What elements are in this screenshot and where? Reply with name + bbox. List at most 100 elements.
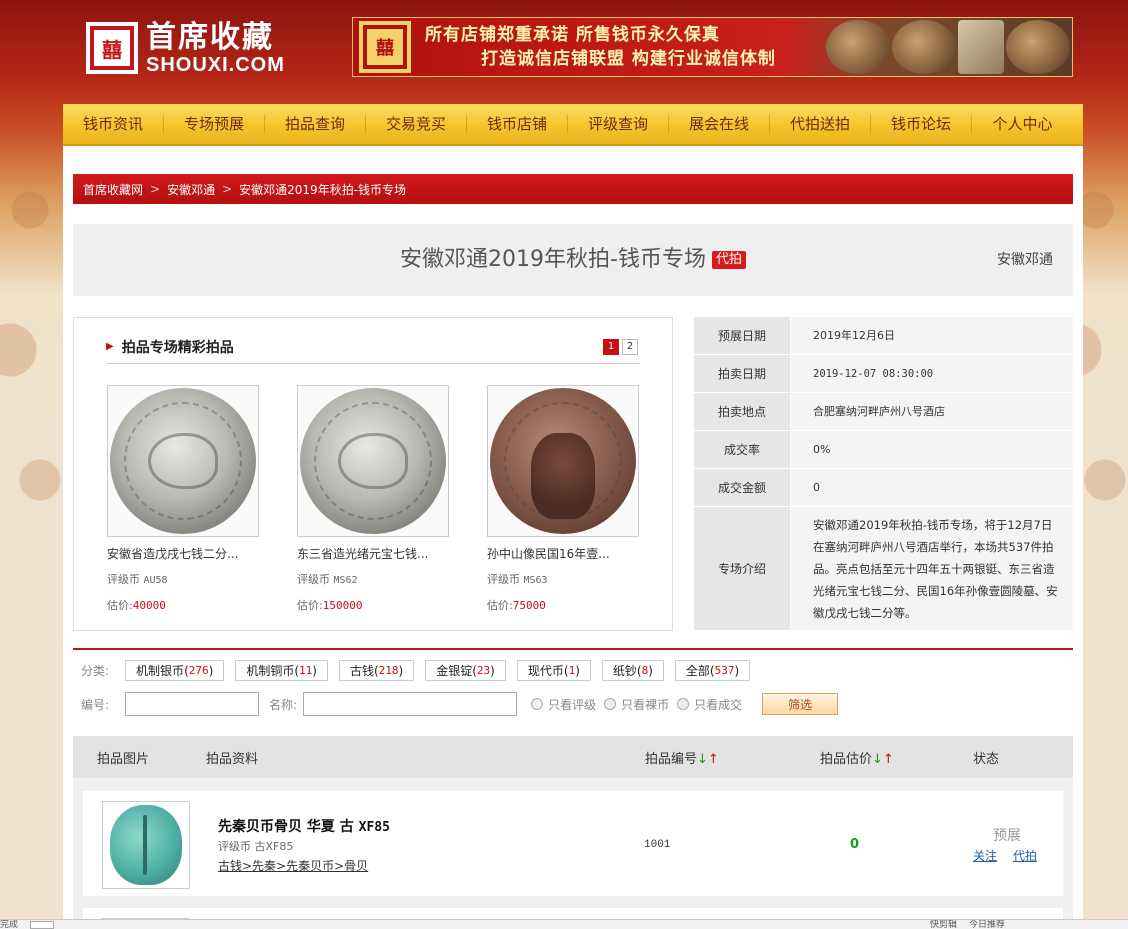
breadcrumb-link-home[interactable]: 首席收藏网 <box>83 181 143 198</box>
follow-link[interactable]: 关注 <box>973 847 997 864</box>
featured-item[interactable]: 安徽省造戊戌七钱二分... 评级币 AU58 估价:40000 <box>107 385 259 613</box>
lot-grade: 评级币 MS63 <box>487 571 639 587</box>
category-count: 537 <box>714 664 735 677</box>
featured-lots-panel: ▶ 拍品专场精彩拍品 1 2 安徽省造戊戌七钱二分... 评级币 AU58 估价… <box>73 317 673 631</box>
sort-up-icon[interactable]: ↑ <box>708 752 719 767</box>
lot-estimate: 估价:150000 <box>297 597 449 613</box>
radio-icon <box>677 698 690 710</box>
option-label: 只看成交 <box>694 697 743 712</box>
sort-down-icon[interactable]: ↓ <box>872 752 883 767</box>
category-count: 218 <box>378 664 399 677</box>
breadcrumb: 首席收藏网 > 安徽邓通 > 安徽邓通2019年秋拍-钱币专场 <box>73 174 1073 204</box>
lot-category-path[interactable]: 古钱>先秦>先秦贝币>骨贝 <box>218 857 368 874</box>
logo-text: 首席收藏 SHOUXI.COM <box>146 20 285 76</box>
logo-cn: 首席收藏 <box>146 20 274 55</box>
nav-item[interactable]: 钱币资讯 <box>63 115 164 133</box>
coin-rim <box>124 402 242 520</box>
grade-value: AU58 <box>143 575 168 586</box>
category-button[interactable]: 纸钞(8) <box>601 660 664 681</box>
category-button[interactable]: 全部(537) <box>674 660 751 681</box>
proxy-bid-badge: 代拍 <box>711 251 746 269</box>
featured-header: ▶ 拍品专场精彩拍品 1 2 <box>106 330 640 364</box>
lot-title[interactable]: 先秦贝币骨贝 华夏 古 XF85 <box>218 816 390 836</box>
category-button[interactable]: 金银锭(23) <box>425 660 506 681</box>
radio-icon <box>531 698 544 710</box>
sort-down-icon[interactable]: ↓ <box>697 752 708 767</box>
grade-value: MS63 <box>523 575 548 586</box>
category-count: 11 <box>299 664 313 677</box>
featured-item[interactable]: 东三省造光绪元宝七钱... 评级币 MS62 估价:150000 <box>297 385 449 613</box>
option-label: 只看裸币 <box>621 697 670 712</box>
col-info: 拍品资料 <box>206 751 259 767</box>
lot-grade: 评级币 MS62 <box>297 571 449 587</box>
nav-item[interactable]: 展会在线 <box>669 115 770 133</box>
proxy-bid-link[interactable]: 代拍 <box>1013 847 1037 864</box>
logo-seal-icon: 囍 <box>86 22 138 74</box>
category-button[interactable]: 机制铜币(11) <box>235 660 328 681</box>
nav-item[interactable]: 代拍送拍 <box>770 115 871 133</box>
lot-image[interactable] <box>107 385 259 537</box>
nav-item[interactable]: 评级查询 <box>568 115 669 133</box>
lot-thumbnail[interactable] <box>102 801 190 889</box>
breadcrumb-link-shop[interactable]: 安徽邓通 <box>167 181 215 198</box>
col-no[interactable]: 拍品编号↓↑ <box>645 748 719 767</box>
lot-name[interactable]: 安徽省造戊戌七钱二分... <box>107 545 259 562</box>
site-logo[interactable]: 囍 首席收藏 SHOUXI.COM <box>86 20 285 76</box>
category-count: 8 <box>641 664 649 677</box>
category-name: 金银锭 <box>436 664 473 678</box>
page-title: 安徽邓通2019年秋拍-钱币专场 <box>400 247 706 272</box>
recommend-tool[interactable]: 今日推荐 <box>969 920 1005 929</box>
featured-items: 安徽省造戊戌七钱二分... 评级币 AU58 估价:40000 东三省造光绪元宝… <box>107 385 639 613</box>
info-key: 预展日期 <box>694 317 790 354</box>
lot-name[interactable]: 东三省造光绪元宝七钱... <box>297 545 449 562</box>
lot-image[interactable] <box>487 385 639 537</box>
nav-item[interactable]: 拍品查询 <box>265 115 366 133</box>
info-row: 成交金额 0 <box>694 469 1073 507</box>
lot-name-input[interactable] <box>303 692 518 716</box>
clip-tool[interactable]: 快剪辑 <box>930 920 957 929</box>
category-filter: 分类: 机制银币(276) 机制铜币(11) 古钱(218) 金银锭(23) 现… <box>81 660 751 681</box>
banner-coins-image <box>826 18 1072 76</box>
banner-coin-icon <box>826 20 890 74</box>
lot-image[interactable] <box>297 385 449 537</box>
number-label: 编号: <box>81 697 110 712</box>
pager-page-1[interactable]: 1 <box>603 338 619 355</box>
featured-item[interactable]: 孙中山像民国16年壹... 评级币 MS63 估价:75000 <box>487 385 639 613</box>
col-est[interactable]: 拍品估价↓↑ <box>820 748 894 767</box>
organizer-link[interactable]: 安徽邓通 <box>997 224 1053 296</box>
grade-label: 评级币 <box>297 573 330 586</box>
nav-item[interactable]: 专场预展 <box>164 115 265 133</box>
filter-button[interactable]: 筛选 <box>762 693 839 715</box>
lot-number-input[interactable] <box>125 692 260 716</box>
info-value-amount: 0 <box>790 469 1073 506</box>
category-button[interactable]: 古钱(218) <box>338 660 415 681</box>
category-button[interactable]: 机制银币(276) <box>125 660 225 681</box>
col-pic: 拍品图片 <box>97 751 150 767</box>
info-key: 拍卖地点 <box>694 393 790 430</box>
category-name: 机制银币 <box>136 664 185 678</box>
nav-item[interactable]: 交易竞买 <box>366 115 467 133</box>
divider <box>73 648 1073 650</box>
nav-item[interactable]: 钱币店铺 <box>467 115 568 133</box>
estimate-value: 40000 <box>132 599 166 612</box>
pager-page-2[interactable]: 2 <box>622 338 638 355</box>
banner-coin-icon <box>892 20 956 74</box>
nav-item[interactable]: 钱币论坛 <box>871 115 972 133</box>
session-info-table: 预展日期 2019年12月6日 拍卖日期 2019-12-07 08:30:00… <box>694 317 1073 631</box>
category-button[interactable]: 现代币(1) <box>516 660 591 681</box>
sort-up-icon[interactable]: ↑ <box>883 752 894 767</box>
raw-only-option[interactable]: 只看裸币 <box>604 696 669 713</box>
header-banner[interactable]: 囍 所有店铺郑重承诺 所售钱币永久保真 打造诚信店铺联盟 构建行业诚信体制 <box>352 17 1073 77</box>
sold-only-option[interactable]: 只看成交 <box>677 696 742 713</box>
breadcrumb-current[interactable]: 安徽邓通2019年秋拍-钱币专场 <box>239 181 406 198</box>
silver-coin-dragon-image <box>300 388 446 534</box>
graded-only-option[interactable]: 只看评级 <box>531 696 596 713</box>
lot-row: 先秦贝币骨贝 华夏 古 XF85 评级币 古XF85 古钱>先秦>先秦贝币>骨贝… <box>83 791 1063 897</box>
nav-item[interactable]: 个人中心 <box>972 115 1073 133</box>
lot-number: 1001 <box>644 839 671 851</box>
lot-name[interactable]: 孙中山像民国16年壹... <box>487 545 639 562</box>
lot-status: 预展 <box>993 828 1021 844</box>
category-name: 全部 <box>685 664 710 678</box>
banner-coin-icon <box>1006 20 1070 74</box>
status-tools: 快剪辑 今日推荐 <box>930 920 1005 929</box>
